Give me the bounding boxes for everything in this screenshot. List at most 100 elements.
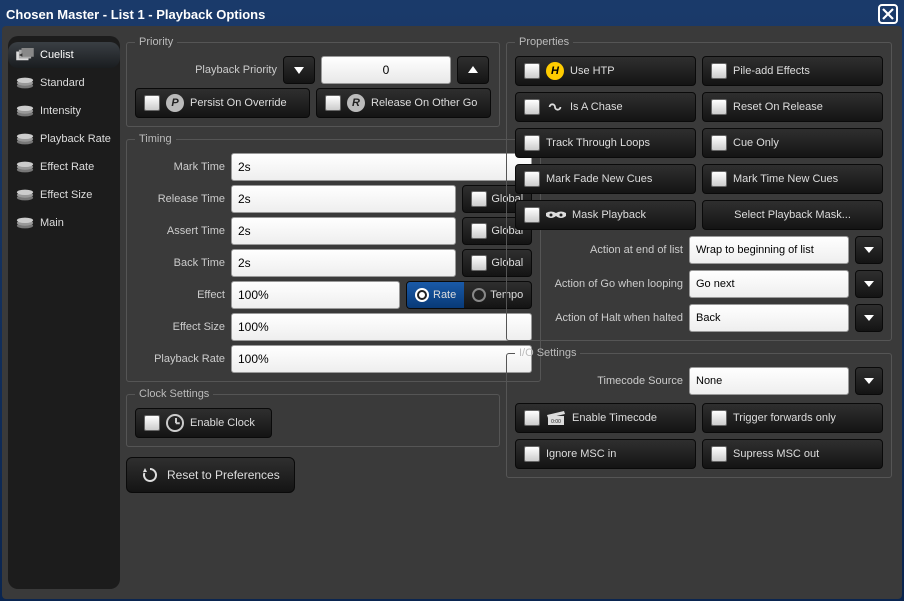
checkbox-icon	[711, 135, 727, 151]
radio-icon	[415, 288, 429, 302]
right-column: Properties H Use HTP Pile-add Effects	[506, 36, 892, 589]
playback-rate-input[interactable]	[231, 345, 532, 373]
action-halt-select[interactable]: Back	[689, 304, 849, 332]
effect-input[interactable]	[231, 281, 400, 309]
properties-group: Properties H Use HTP Pile-add Effects	[506, 36, 892, 341]
tab-label: Playback Rate	[40, 133, 111, 145]
stack-icon	[16, 76, 34, 90]
tab-label: Cuelist	[40, 49, 74, 61]
io-legend: I/O Settings	[515, 347, 580, 359]
properties-legend: Properties	[515, 36, 573, 48]
checkbox-icon	[325, 95, 341, 111]
effect-label: Effect	[135, 289, 225, 301]
tab-effect-rate[interactable]: Effect Rate	[8, 154, 120, 180]
track-through-loops-toggle[interactable]: Track Through Loops	[515, 128, 696, 158]
mark-time-label: Mark Time	[135, 161, 225, 173]
action-halt-label: Action of Halt when halted	[515, 312, 683, 324]
enable-clock-toggle[interactable]: Enable Clock	[135, 408, 272, 438]
titlebar[interactable]: Chosen Master - List 1 - Playback Option…	[2, 2, 902, 26]
checkbox-icon	[711, 63, 727, 79]
priority-increment-button[interactable]	[457, 56, 489, 84]
dropdown-arrow-button[interactable]	[855, 236, 883, 264]
timecode-source-select[interactable]: None	[689, 367, 849, 395]
h-badge-icon: H	[546, 62, 564, 80]
persist-on-override-toggle[interactable]: P Persist On Override	[135, 88, 310, 118]
tab-intensity[interactable]: Intensity	[8, 98, 120, 124]
mark-fade-new-cues-toggle[interactable]: Mark Fade New Cues	[515, 164, 696, 194]
cue-only-toggle[interactable]: Cue Only	[702, 128, 883, 158]
priority-value[interactable]: 0	[321, 56, 451, 84]
release-time-label: Release Time	[135, 193, 225, 205]
chevron-down-icon	[864, 376, 874, 386]
mark-time-input[interactable]	[231, 153, 532, 181]
checkbox-icon	[144, 95, 160, 111]
stack-icon	[16, 216, 34, 230]
sidebar: Cuelist Standard Intensity Playback Rate…	[8, 36, 120, 589]
release-time-input[interactable]	[231, 185, 456, 213]
use-htp-toggle[interactable]: H Use HTP	[515, 56, 696, 86]
checkbox-icon	[471, 255, 487, 271]
ignore-msc-in-toggle[interactable]: Ignore MSC in	[515, 439, 696, 469]
window: Chosen Master - List 1 - Playback Option…	[0, 0, 904, 601]
stack-icon	[16, 160, 34, 174]
priority-decrement-button[interactable]	[283, 56, 315, 84]
clock-legend: Clock Settings	[135, 388, 213, 400]
checkbox-icon	[711, 99, 727, 115]
tab-effect-size[interactable]: Effect Size	[8, 182, 120, 208]
timing-legend: Timing	[135, 133, 176, 145]
close-icon	[882, 8, 894, 20]
dropdown-arrow-button[interactable]	[855, 304, 883, 332]
stack-icon	[16, 188, 34, 202]
select-playback-mask-button[interactable]: Select Playback Mask...	[702, 200, 883, 230]
trigger-forwards-only-toggle[interactable]: Trigger forwards only	[702, 403, 883, 433]
checkbox-icon	[524, 63, 540, 79]
effect-size-input[interactable]	[231, 313, 532, 341]
tab-playback-rate[interactable]: Playback Rate	[8, 126, 120, 152]
dropdown-arrow-button[interactable]	[855, 270, 883, 298]
release-on-other-go-toggle[interactable]: R Release On Other Go	[316, 88, 491, 118]
tab-main[interactable]: Main	[8, 210, 120, 236]
io-settings-group: I/O Settings Timecode Source None 0:00 E…	[506, 347, 892, 478]
mask-playback-toggle[interactable]: Mask Playback	[515, 200, 696, 230]
assert-time-input[interactable]	[231, 217, 456, 245]
clapperboard-icon: 0:00	[546, 410, 566, 426]
back-time-label: Back Time	[135, 257, 225, 269]
tab-label: Standard	[40, 77, 85, 89]
checkbox-icon	[524, 446, 540, 462]
chevron-down-icon	[864, 279, 874, 289]
mask-icon	[546, 209, 566, 221]
timing-group: Timing Mark Time Release Time Global Ass…	[126, 133, 541, 382]
is-a-chase-toggle[interactable]: Is A Chase	[515, 92, 696, 122]
checkbox-icon	[471, 223, 487, 239]
enable-timecode-toggle[interactable]: 0:00 Enable Timecode	[515, 403, 696, 433]
tab-label: Effect Size	[40, 189, 92, 201]
cuelist-icon	[16, 48, 34, 62]
triangle-up-icon	[467, 64, 479, 76]
action-go-loop-label: Action of Go when looping	[515, 278, 683, 290]
reset-icon	[141, 466, 159, 484]
dropdown-arrow-button[interactable]	[855, 367, 883, 395]
pile-add-effects-toggle[interactable]: Pile-add Effects	[702, 56, 883, 86]
left-column: Priority Playback Priority 0 P Persist O…	[126, 36, 500, 589]
action-end-select[interactable]: Wrap to beginning of list	[689, 236, 849, 264]
back-time-input[interactable]	[231, 249, 456, 277]
priority-legend: Priority	[135, 36, 177, 48]
supress-msc-out-toggle[interactable]: Supress MSC out	[702, 439, 883, 469]
tab-standard[interactable]: Standard	[8, 70, 120, 96]
release-other-label: Release On Other Go	[371, 97, 477, 109]
reset-to-preferences-button[interactable]: Reset to Preferences	[126, 457, 295, 493]
chevron-down-icon	[864, 313, 874, 323]
tab-cuelist[interactable]: Cuelist	[8, 42, 120, 68]
rate-radio[interactable]: Rate	[407, 282, 464, 308]
persist-label: Persist On Override	[190, 97, 287, 109]
close-button[interactable]	[878, 4, 898, 24]
checkbox-icon	[144, 415, 160, 431]
checkbox-icon	[711, 171, 727, 187]
reset-on-release-toggle[interactable]: Reset On Release	[702, 92, 883, 122]
stack-icon	[16, 104, 34, 118]
checkbox-icon	[524, 171, 540, 187]
radio-icon	[472, 288, 486, 302]
action-go-loop-select[interactable]: Go next	[689, 270, 849, 298]
mark-time-new-cues-toggle[interactable]: Mark Time New Cues	[702, 164, 883, 194]
tab-label: Main	[40, 217, 64, 229]
